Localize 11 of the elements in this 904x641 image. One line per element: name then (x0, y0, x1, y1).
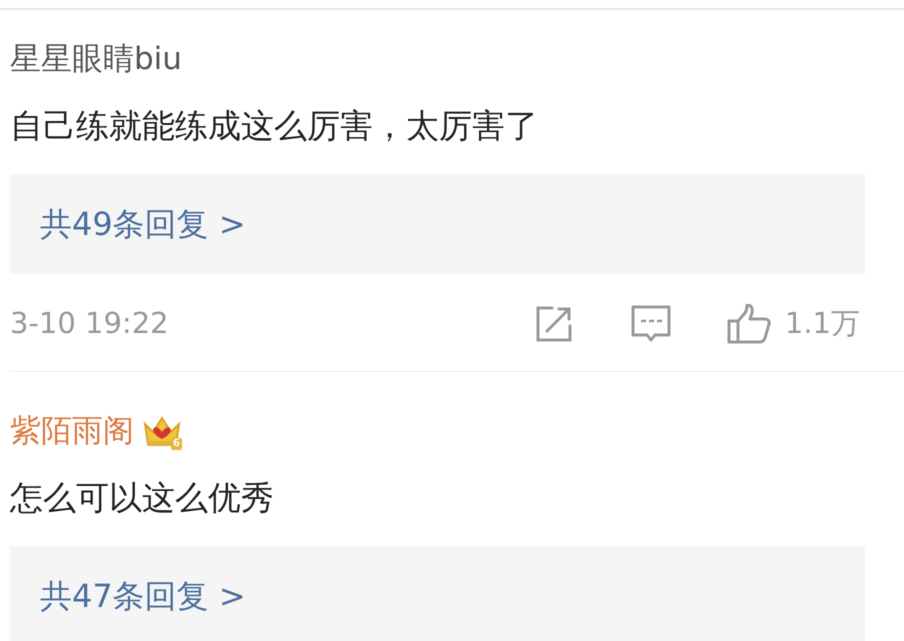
comment-text: 怎么可以这么优秀 (10, 477, 275, 519)
username[interactable]: 紫陌雨阁 (10, 410, 134, 452)
thumbs-up-icon[interactable] (726, 304, 771, 344)
like-count: 1.1万 (784, 305, 860, 342)
replies-link[interactable]: 共47条回复 > (40, 572, 246, 620)
timestamp: 3-10 19:22 (10, 305, 169, 342)
share-icon[interactable] (534, 305, 573, 343)
username[interactable]: 星星眼睛biu (10, 38, 182, 80)
comment-text: 自己练就能练成这么厉害，太厉害了 (10, 105, 539, 147)
comment-icon[interactable] (630, 305, 671, 343)
replies-link[interactable]: 共49条回复 > (40, 200, 246, 248)
